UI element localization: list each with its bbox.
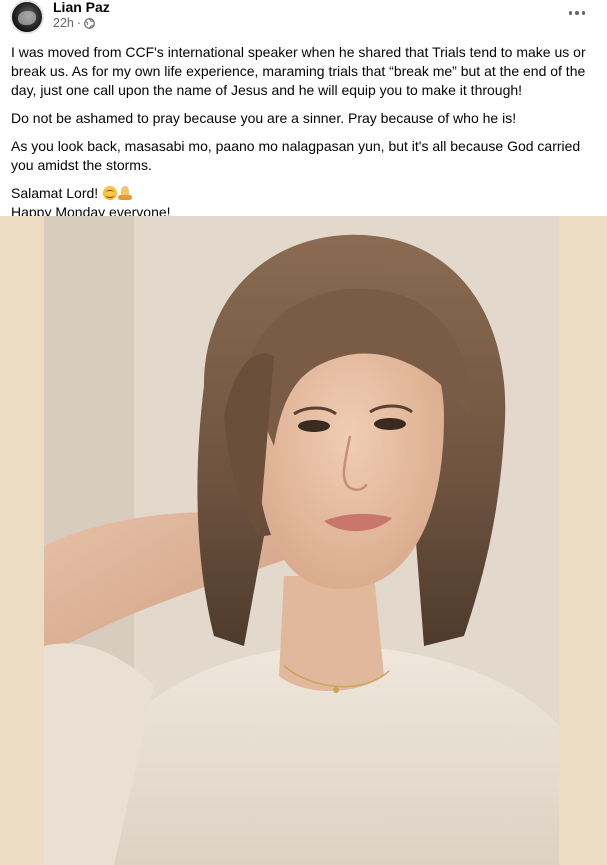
author-avatar[interactable] xyxy=(10,0,44,34)
post-meta: 22h · xyxy=(53,16,95,30)
closing-line: Salamat Lord! xyxy=(11,184,599,203)
meta-separator: · xyxy=(76,16,82,30)
post-paragraph: Do not be ashamed to pray because you ar… xyxy=(11,110,517,126)
post-header: Lian Paz 22h · xyxy=(0,0,607,36)
post-timestamp[interactable]: 22h xyxy=(53,16,74,30)
selfie-photo[interactable] xyxy=(44,216,559,865)
globe-icon[interactable] xyxy=(84,17,95,29)
post-message: I was moved from CCF's international spe… xyxy=(11,43,599,222)
author-name[interactable]: Lian Paz xyxy=(53,0,110,15)
folded-hands-emoji-icon xyxy=(117,186,133,200)
post-paragraph: As you look back, masasabi mo, paano mo … xyxy=(11,138,581,173)
more-options-icon[interactable] xyxy=(567,6,587,20)
closing-text: Salamat Lord! xyxy=(11,185,99,201)
post-paragraph: I was moved from CCF's international spe… xyxy=(11,44,586,98)
smiling-face-emoji-icon xyxy=(103,186,118,200)
facebook-post: Lian Paz 22h · I was moved from CCF's in… xyxy=(0,0,607,865)
post-photo-container[interactable] xyxy=(0,216,607,865)
